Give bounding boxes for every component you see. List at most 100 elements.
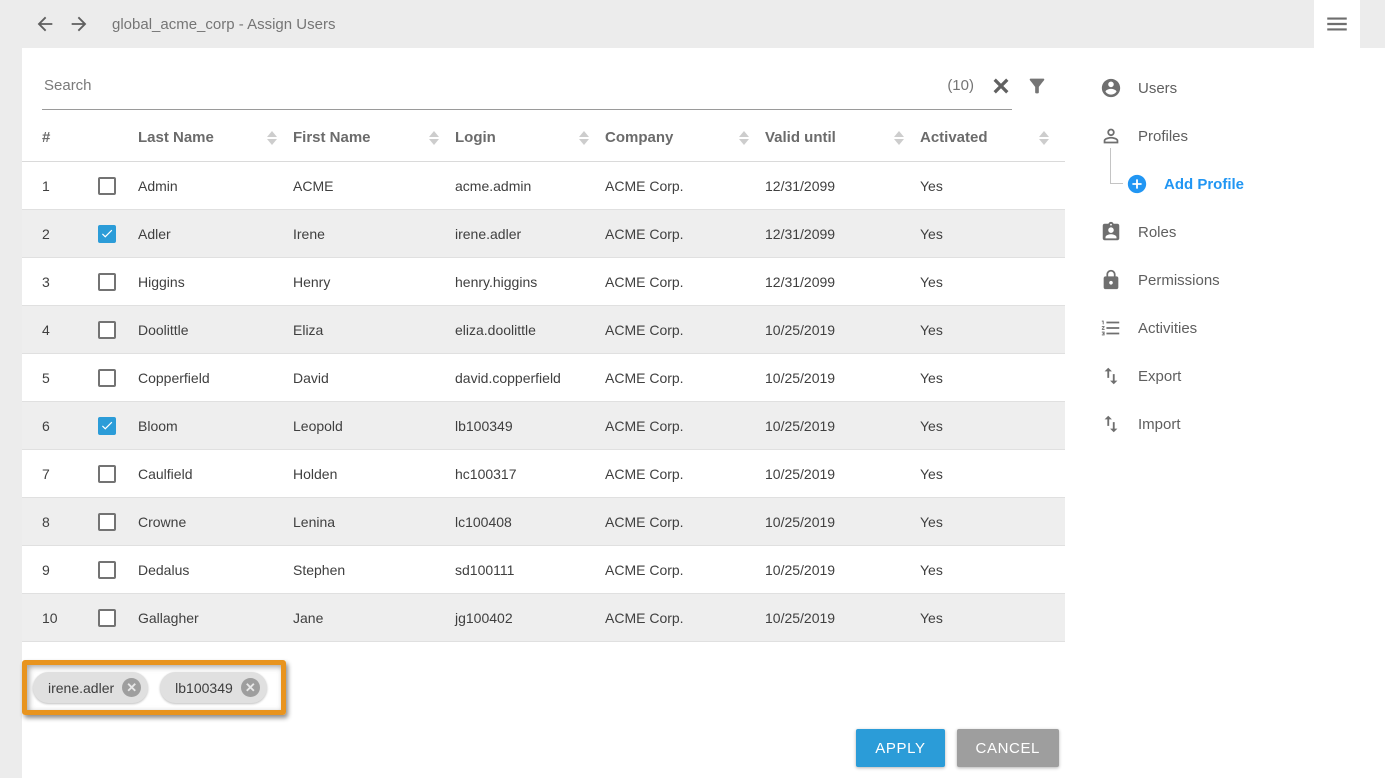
sidebar-item-label: Profiles — [1138, 128, 1188, 145]
cell-valid-until: 10/25/2019 — [765, 418, 920, 434]
cell-activated: Yes — [920, 418, 1065, 434]
filter-icon[interactable] — [1026, 75, 1048, 97]
cell-first-name: Stephen — [293, 562, 455, 578]
swap-vertical-icon — [1100, 365, 1122, 387]
column-header-company[interactable]: Company — [605, 129, 765, 146]
column-header--: # — [42, 129, 98, 146]
chip-remove-icon[interactable]: ✕ — [122, 678, 141, 697]
table-row[interactable]: 7 Caulfield Holden hc100317 ACME Corp. 1… — [22, 450, 1065, 498]
cell-valid-until: 10/25/2019 — [765, 514, 920, 530]
sort-icon[interactable] — [1039, 131, 1049, 145]
row-number: 6 — [42, 418, 98, 434]
hamburger-menu-button[interactable] — [1314, 0, 1360, 48]
column-label: Login — [455, 129, 496, 146]
row-checkbox[interactable] — [98, 561, 116, 579]
apply-button[interactable]: APPLY — [856, 729, 944, 767]
table-row[interactable]: 3 Higgins Henry henry.higgins ACME Corp.… — [22, 258, 1065, 306]
row-checkbox[interactable] — [98, 273, 116, 291]
cell-login: lb100349 — [455, 418, 605, 434]
sidebar-item-add-profile[interactable]: Add Profile — [1100, 160, 1385, 208]
sidebar-item-profiles[interactable]: Profiles — [1100, 112, 1385, 160]
sidebar-item-label: Activities — [1138, 320, 1197, 337]
clear-search-icon[interactable] — [990, 75, 1012, 97]
search-input[interactable] — [42, 76, 947, 95]
cell-last-name: Bloom — [138, 418, 293, 434]
sort-icon[interactable] — [894, 131, 904, 145]
column-header-valid-until[interactable]: Valid until — [765, 129, 920, 146]
table-row[interactable]: 10 Gallagher Jane jg100402 ACME Corp. 10… — [22, 594, 1065, 642]
cell-activated: Yes — [920, 322, 1065, 338]
cell-first-name: Holden — [293, 466, 455, 482]
selected-users-chips-annotation: irene.adler ✕ lb100349 ✕ — [22, 660, 286, 715]
sidebar-item-import[interactable]: Import — [1100, 400, 1385, 448]
lock-icon — [1100, 269, 1122, 291]
page-title: global_acme_corp - Assign Users — [112, 16, 335, 33]
table-row[interactable]: 5 Copperfield David david.copperfield AC… — [22, 354, 1065, 402]
chip-label: lb100349 — [175, 680, 233, 696]
column-header-login[interactable]: Login — [455, 129, 605, 146]
chip-remove-icon[interactable]: ✕ — [241, 678, 260, 697]
sidebar-item-label: Permissions — [1138, 272, 1220, 289]
table-row[interactable]: 8 Crowne Lenina lc100408 ACME Corp. 10/2… — [22, 498, 1065, 546]
cell-last-name: Doolittle — [138, 322, 293, 338]
cell-company: ACME Corp. — [605, 466, 765, 482]
row-number: 1 — [42, 178, 98, 194]
row-checkbox[interactable] — [98, 513, 116, 531]
row-checkbox[interactable] — [98, 417, 116, 435]
cell-activated: Yes — [920, 226, 1065, 242]
table-row[interactable]: 9 Dedalus Stephen sd100111 ACME Corp. 10… — [22, 546, 1065, 594]
cell-first-name: David — [293, 370, 455, 386]
cell-first-name: ACME — [293, 178, 455, 194]
sidebar-item-roles[interactable]: Roles — [1100, 208, 1385, 256]
row-checkbox[interactable] — [98, 225, 116, 243]
column-label: # — [42, 129, 50, 146]
forward-arrow-icon[interactable] — [68, 13, 90, 35]
sort-icon[interactable] — [267, 131, 277, 145]
sidebar-item-label: Import — [1138, 416, 1181, 433]
cell-activated: Yes — [920, 370, 1065, 386]
selected-user-chip[interactable]: lb100349 ✕ — [160, 672, 267, 703]
row-checkbox[interactable] — [98, 177, 116, 195]
selected-user-chip[interactable]: irene.adler ✕ — [33, 672, 148, 703]
cancel-button[interactable]: CANCEL — [957, 729, 1059, 767]
cell-last-name: Gallagher — [138, 610, 293, 626]
sidebar-item-label: Add Profile — [1164, 176, 1244, 193]
main-panel: (10) # Last NameFirst Name Login CompanyVal… — [22, 48, 1065, 767]
table-row[interactable]: 6 Bloom Leopold lb100349 ACME Corp. 10/2… — [22, 402, 1065, 450]
row-number: 8 — [42, 514, 98, 530]
table-row[interactable]: 4 Doolittle Eliza eliza.doolittle ACME C… — [22, 306, 1065, 354]
cell-company: ACME Corp. — [605, 226, 765, 242]
cell-login: henry.higgins — [455, 274, 605, 290]
sidebar-item-activities[interactable]: Activities — [1100, 304, 1385, 352]
column-header-activated[interactable]: Activated — [920, 129, 1065, 146]
row-checkbox[interactable] — [98, 321, 116, 339]
column-header-first-name[interactable]: First Name — [293, 129, 455, 146]
cell-activated: Yes — [920, 274, 1065, 290]
cell-first-name: Lenina — [293, 514, 455, 530]
row-checkbox[interactable] — [98, 465, 116, 483]
add-circle-icon — [1126, 173, 1148, 195]
sidebar-item-users[interactable]: Users — [1100, 64, 1385, 112]
cell-company: ACME Corp. — [605, 610, 765, 626]
search-field[interactable]: (10) — [42, 63, 1012, 110]
row-checkbox[interactable] — [98, 369, 116, 387]
sidebar-item-permissions[interactable]: Permissions — [1100, 256, 1385, 304]
column-label: First Name — [293, 129, 371, 146]
column-label: Activated — [920, 129, 988, 146]
sort-icon[interactable] — [429, 131, 439, 145]
cell-login: eliza.doolittle — [455, 322, 605, 338]
table-row[interactable]: 2 Adler Irene irene.adler ACME Corp. 12/… — [22, 210, 1065, 258]
sort-icon[interactable] — [579, 131, 589, 145]
cell-valid-until: 12/31/2099 — [765, 178, 920, 194]
account-circle-icon — [1100, 77, 1122, 99]
row-checkbox[interactable] — [98, 609, 116, 627]
sidebar-item-label: Users — [1138, 80, 1177, 97]
row-number: 3 — [42, 274, 98, 290]
cell-last-name: Copperfield — [138, 370, 293, 386]
column-header-last-name[interactable]: Last Name — [138, 129, 293, 146]
back-arrow-icon[interactable] — [34, 13, 56, 35]
table-row[interactable]: 1 Admin ACME acme.admin ACME Corp. 12/31… — [22, 162, 1065, 210]
sidebar-item-export[interactable]: Export — [1100, 352, 1385, 400]
left-gutter — [0, 48, 22, 778]
sort-icon[interactable] — [739, 131, 749, 145]
